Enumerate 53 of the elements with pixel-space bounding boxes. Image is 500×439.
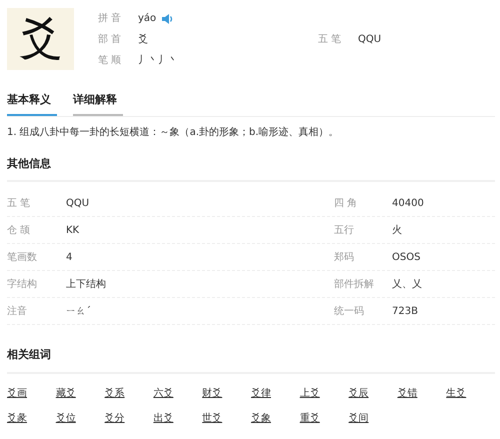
field-label: 部 首 xyxy=(98,32,122,47)
info-label: 注音 xyxy=(7,304,28,318)
info-value: 乂、乂 xyxy=(392,278,422,292)
field-label: 笔 顺 xyxy=(98,54,122,68)
info-value: ㄧㄠˊ xyxy=(66,304,92,318)
word-link[interactable]: 爻画 xyxy=(7,388,27,398)
info-label: 四 角 xyxy=(334,196,358,210)
word-link[interactable]: 六爻 xyxy=(153,388,174,398)
speaker-icon[interactable] xyxy=(162,14,174,24)
word-link[interactable]: 出爻 xyxy=(153,412,174,424)
word-link[interactable]: 爻辰 xyxy=(348,388,369,398)
info-value: 火 xyxy=(392,224,402,238)
word-link[interactable]: 爻彖 xyxy=(7,412,27,424)
tab[interactable]: 基本释义 xyxy=(7,89,57,116)
word-link[interactable]: 重爻 xyxy=(300,412,320,424)
field-value: yáo xyxy=(138,12,156,26)
tab[interactable]: 详细解释 xyxy=(73,89,123,116)
word-link[interactable]: 爻律 xyxy=(250,388,271,398)
character-glyph: 爻 xyxy=(7,8,74,70)
field-label: 五 笔 xyxy=(318,33,342,47)
word-link[interactable]: 世爻 xyxy=(202,412,222,424)
info-label: 部件拆解 xyxy=(334,278,375,292)
info-value: 4 xyxy=(66,250,74,264)
word-link[interactable]: 爻系 xyxy=(104,388,125,398)
info-label: 字结构 xyxy=(7,278,38,292)
word-link[interactable]: 财爻 xyxy=(202,388,222,398)
info-label: 五 笔 xyxy=(7,196,32,210)
word-link[interactable]: 上爻 xyxy=(300,388,320,398)
field-value: 爻 xyxy=(138,32,149,47)
section-title: 相关组词 xyxy=(7,347,495,374)
info-value: 40400 xyxy=(392,196,424,210)
word-link[interactable]: 爻位 xyxy=(56,412,76,424)
info-value: 723B xyxy=(392,304,418,318)
field-value: 丿丶丿丶 xyxy=(138,54,178,68)
info-label: 统一码 xyxy=(334,304,365,318)
field-label: 拼 音 xyxy=(98,12,122,26)
info-value: QQU xyxy=(66,196,90,210)
info-value: 上下结构 xyxy=(66,278,107,292)
info-label: 五行 xyxy=(334,224,355,238)
info-value: OSOS xyxy=(392,250,420,264)
word-link[interactable]: 爻象 xyxy=(250,412,271,424)
field-value: QQU xyxy=(358,33,382,47)
definition-text: 1. 组成八卦中每一卦的长短横道：～象（a.卦的形象；b.喻形迹、真相）。 xyxy=(7,126,340,140)
info-label: 郑码 xyxy=(334,250,355,264)
info-label: 笔画数 xyxy=(7,250,38,264)
word-link[interactable]: 爻间 xyxy=(348,412,369,424)
word-link[interactable]: 藏爻 xyxy=(56,388,76,398)
word-link[interactable]: 爻分 xyxy=(104,412,125,424)
info-value: KK xyxy=(66,224,80,238)
info-label: 仓 颉 xyxy=(7,224,32,238)
word-link[interactable]: 爻错 xyxy=(397,388,418,398)
section-title: 其他信息 xyxy=(7,156,495,182)
word-link[interactable]: 生爻 xyxy=(446,388,466,398)
